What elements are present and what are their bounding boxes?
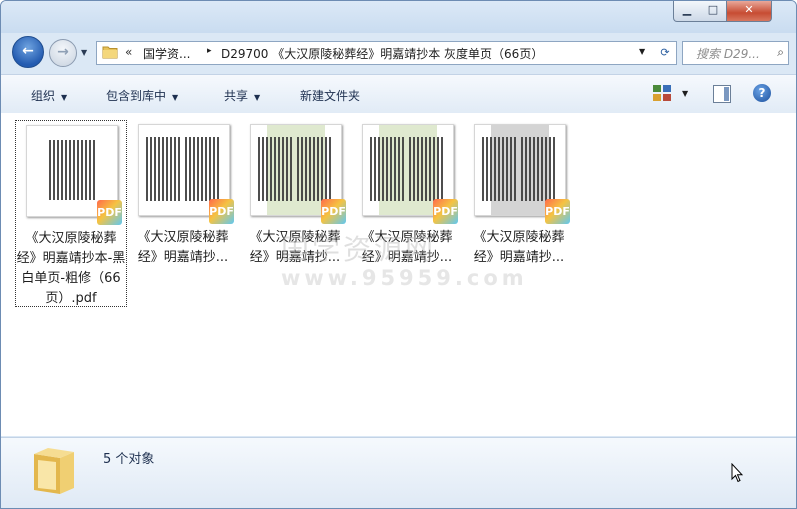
- pdf-icon: PDF: [545, 199, 570, 224]
- address-segment-current[interactable]: D29700 《大汉原陵秘葬经》明嘉靖抄本 灰度单页（66页）: [221, 45, 543, 62]
- explorer-window: ▁ □ ✕ ← → ▼ « 国学资... ▸ D29700 《大汉原陵秘葬经》明…: [0, 0, 797, 509]
- view-options-dropdown-icon[interactable]: ▼: [682, 89, 688, 98]
- watermark-url: www.95959.com: [281, 266, 528, 290]
- command-bar: 组织 ▼ 包含到库中 ▼ 共享 ▼ 新建文件夹 ▼ ?: [1, 74, 796, 114]
- forward-arrow-icon: →: [57, 44, 69, 60]
- details-pane: 5 个对象: [1, 437, 796, 508]
- file-list-pane[interactable]: PDF 《大汉原陵秘葬经》明嘉靖抄本-黑白单页-粗修（66页）.pdf PDF 《大汉…: [1, 113, 796, 436]
- minimize-icon: ▁: [682, 3, 692, 16]
- search-input[interactable]: 搜索 D29...: [696, 45, 760, 62]
- chevron-down-icon: ▼: [61, 93, 68, 102]
- page-text-block: [258, 137, 294, 201]
- new-folder-button[interactable]: 新建文件夹: [300, 87, 360, 104]
- file-name-label: 《大汉原陵秘葬经》明嘉靖抄本-黑白单页-粗修（66页）.pdf: [16, 231, 126, 306]
- help-icon[interactable]: ?: [753, 84, 771, 102]
- page-text-block: [185, 137, 221, 201]
- search-icon: ⌕: [777, 45, 784, 59]
- mouse-pointer-icon: [731, 463, 743, 483]
- recent-pages-dropdown[interactable]: ▼: [81, 48, 87, 57]
- address-overflow-button[interactable]: «: [125, 45, 132, 59]
- file-item[interactable]: PDF 《大汉原陵秘葬经》明嘉靖抄...: [128, 120, 238, 305]
- item-count: 5 个对象: [103, 452, 155, 467]
- include-label: 包含到库中: [106, 89, 167, 103]
- navigation-bar: ← → ▼ « 国学资... ▸ D29700 《大汉原陵秘葬经》明嘉靖抄本 灰…: [1, 34, 796, 72]
- organize-menu[interactable]: 组织 ▼: [31, 87, 67, 104]
- page-text-block: [521, 137, 557, 201]
- forward-button[interactable]: →: [49, 39, 77, 67]
- pdf-icon: PDF: [433, 199, 458, 224]
- file-name-label: 《大汉原陵秘葬经》明嘉靖抄...: [137, 230, 229, 265]
- page-text-block: [146, 137, 182, 201]
- close-button[interactable]: ✕: [727, 1, 772, 22]
- watermark-text: 国学资源网: [281, 233, 437, 266]
- refresh-button[interactable]: ⟳: [654, 41, 677, 65]
- folder-icon: [34, 448, 74, 494]
- change-view-icon[interactable]: [653, 85, 671, 101]
- pdf-icon: PDF: [321, 199, 346, 224]
- title-bar[interactable]: ▁ □ ✕: [1, 1, 796, 33]
- close-icon: ✕: [744, 3, 754, 16]
- share-menu[interactable]: 共享 ▼: [224, 87, 260, 104]
- minimize-button[interactable]: ▁: [673, 1, 701, 22]
- chevron-down-icon: ▼: [172, 93, 179, 102]
- new-folder-label: 新建文件夹: [300, 89, 361, 103]
- pdf-icon: PDF: [209, 199, 234, 224]
- address-bar[interactable]: « 国学资... ▸ D29700 《大汉原陵秘葬经》明嘉靖抄本 灰度单页（66…: [96, 41, 655, 65]
- chevron-down-icon: ▼: [254, 93, 261, 102]
- page-text-block: [49, 140, 97, 200]
- page-text-block: [370, 137, 406, 201]
- search-box[interactable]: 搜索 D29... ⌕: [682, 41, 789, 65]
- back-button[interactable]: ←: [12, 36, 44, 68]
- address-separator-icon[interactable]: ▸: [207, 46, 212, 56]
- folder-icon: [102, 46, 118, 59]
- back-arrow-icon: ←: [22, 43, 34, 59]
- address-segment-parent[interactable]: 国学资...: [143, 45, 190, 62]
- address-dropdown-icon[interactable]: ▼: [639, 47, 645, 56]
- share-label: 共享: [224, 89, 249, 103]
- page-text-block: [482, 137, 518, 201]
- maximize-button[interactable]: □: [700, 1, 727, 22]
- organize-label: 组织: [31, 89, 56, 103]
- include-in-library-menu[interactable]: 包含到库中 ▼: [106, 87, 178, 104]
- maximize-icon: □: [707, 3, 719, 16]
- file-name-label: 《大汉原陵秘葬经》明嘉靖抄...: [473, 230, 565, 265]
- page-text-block: [297, 137, 333, 201]
- refresh-icon: ⟳: [660, 46, 670, 59]
- file-item[interactable]: PDF 《大汉原陵秘葬经》明嘉靖抄本-黑白单页-粗修（66页）.pdf: [15, 120, 127, 307]
- pdf-icon: PDF: [97, 200, 122, 225]
- page-text-block: [409, 137, 445, 201]
- preview-pane-icon[interactable]: [713, 85, 731, 103]
